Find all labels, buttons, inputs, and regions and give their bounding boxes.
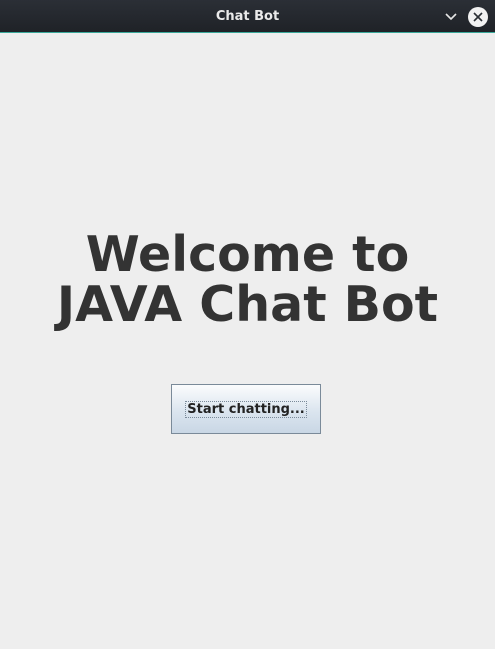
close-button[interactable] <box>468 7 488 27</box>
welcome-heading-line1: Welcome to <box>85 226 410 283</box>
close-icon <box>473 12 483 22</box>
chevron-down-icon <box>445 13 457 21</box>
window-title: Chat Bot <box>215 9 280 24</box>
chat-bot-window: Chat Bot Welcome to JAVA Chat Bot Start … <box>0 0 495 649</box>
content-panel: Welcome to JAVA Chat Bot Start chatting.… <box>0 34 495 649</box>
start-chatting-button[interactable]: Start chatting... <box>171 384 321 434</box>
start-chatting-label: Start chatting... <box>185 400 307 418</box>
minimize-button[interactable] <box>441 7 461 27</box>
title-bar: Chat Bot <box>0 0 495 33</box>
welcome-heading-line2: JAVA Chat Bot <box>56 276 439 333</box>
